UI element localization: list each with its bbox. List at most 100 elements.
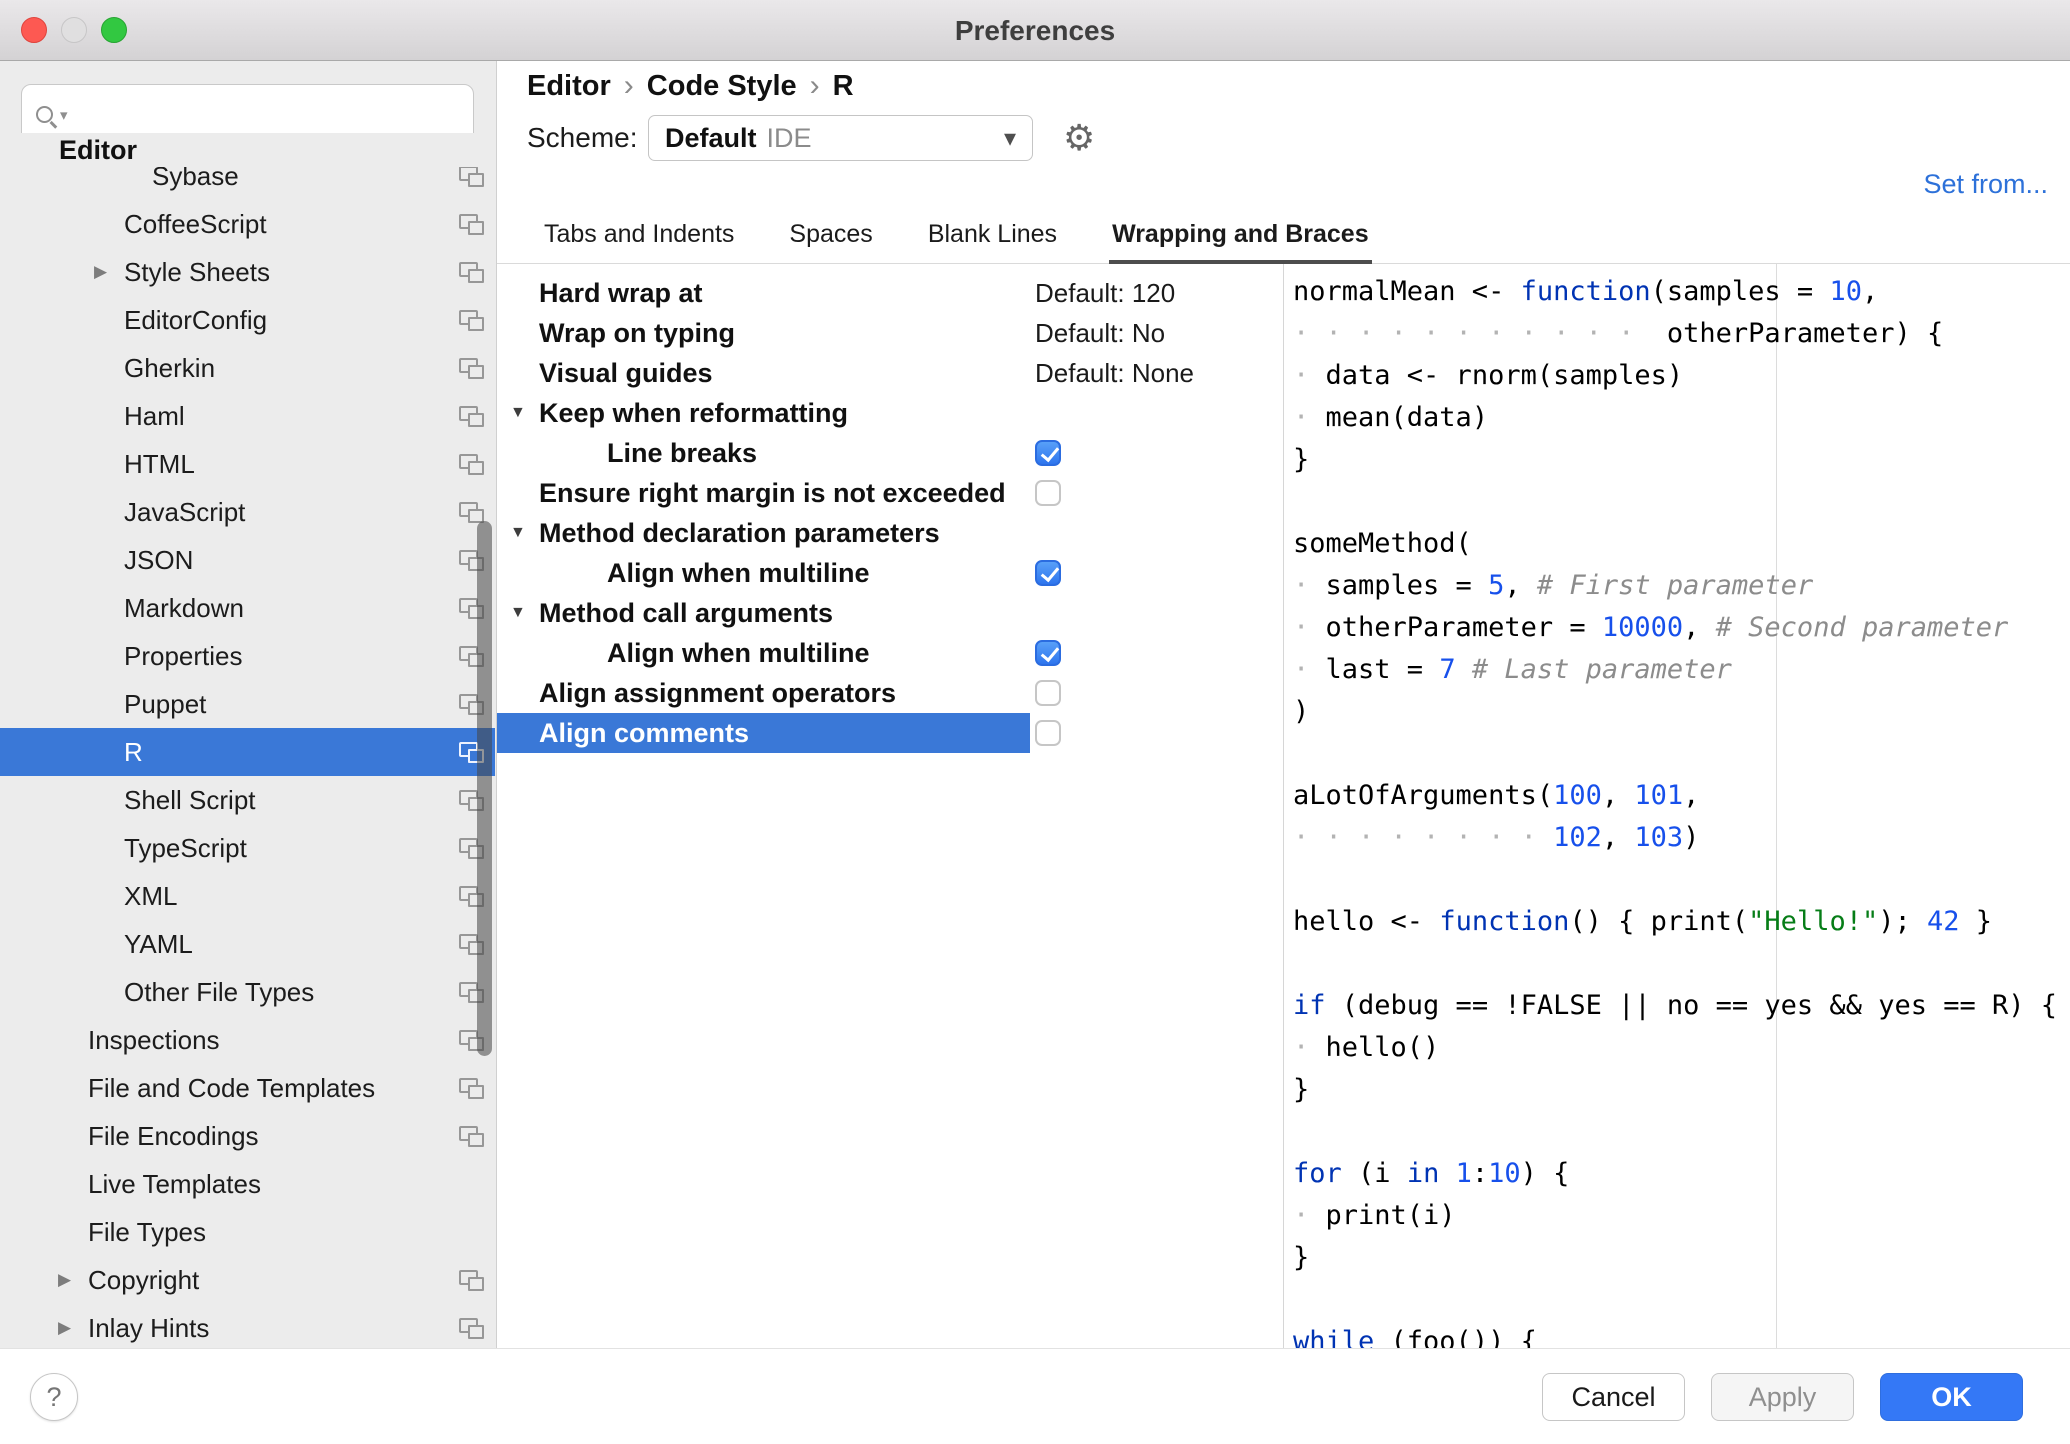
setting-label-zone[interactable]: ▼ Keep when reformatting <box>497 393 1030 433</box>
collapse-arrow-icon: ▶ <box>58 1270 72 1289</box>
sidebar-item-other-file-types[interactable]: Other File Types <box>0 968 495 1016</box>
sidebar-item-properties[interactable]: Properties <box>0 632 495 680</box>
code-preview-panel: normalMean <- function(samples = 10, · · … <box>1283 264 2070 1348</box>
setting-control <box>1030 393 1283 433</box>
code-token: data <- rnorm(samples) <box>1325 360 1684 391</box>
setting-label-zone[interactable]: ▼ Method declaration parameters <box>497 513 1030 553</box>
code-line: ) <box>1293 691 2070 733</box>
sidebar-item-label: Style Sheets <box>124 256 270 287</box>
breadcrumb-item-code-style[interactable]: Code Style <box>647 70 797 103</box>
checkbox-align-when-multiline[interactable] <box>1035 640 1061 666</box>
sidebar-item-typescript[interactable]: TypeScript <box>0 824 495 872</box>
setting-label-zone[interactable]: Hard wrap at <box>497 273 1030 313</box>
setting-label-zone[interactable]: Wrap on typing <box>497 313 1030 353</box>
scheme-select[interactable]: Default IDE ▾ <box>648 115 1033 161</box>
per-language-badge-icon <box>459 886 484 907</box>
setting-label-zone[interactable]: Visual guides <box>497 353 1030 393</box>
code-token: · <box>1293 1032 1326 1063</box>
preferences-window: Preferences ▾ Editor Sybase CoffeeScript ▶… <box>0 0 2070 1444</box>
per-language-badge-icon <box>459 214 484 235</box>
set-from-link[interactable]: Set from... <box>1923 169 2048 200</box>
setting-label-zone[interactable]: Align when multiline <box>497 633 1030 673</box>
sidebar-item-shell-script[interactable]: Shell Script <box>0 776 495 824</box>
code-token: (foo()) { <box>1374 1326 1537 1348</box>
cancel-button[interactable]: Cancel <box>1542 1373 1685 1421</box>
scheme-gear-icon[interactable]: ⚙ <box>1063 115 1095 161</box>
search-icon <box>36 106 53 123</box>
sidebar-item-javascript[interactable]: JavaScript <box>0 488 495 536</box>
sidebar-item-file-types[interactable]: File Types <box>0 1208 495 1256</box>
per-language-badge-icon <box>459 1030 484 1051</box>
sidebar-scrollbar[interactable] <box>477 521 492 1056</box>
titlebar[interactable]: Preferences <box>0 0 2070 61</box>
sidebar-section-editor[interactable]: Editor <box>0 133 495 167</box>
setting-label: Keep when reformatting <box>539 397 849 428</box>
per-language-badge-icon <box>459 694 484 715</box>
dropdown-caret-icon: ▾ <box>1003 124 1016 152</box>
collapse-arrow-icon: ▶ <box>58 1318 72 1337</box>
sidebar-item-html[interactable]: HTML <box>0 440 495 488</box>
checkbox-ensure-right-margin-is-not-exceeded[interactable] <box>1035 480 1061 506</box>
per-language-badge-icon <box>459 406 484 427</box>
sidebar-item-file-and-code-templates[interactable]: File and Code Templates <box>0 1064 495 1112</box>
footer-bar: ? Cancel Apply OK <box>0 1348 2070 1444</box>
code-line: hello <- function() { print("Hello!"); 4… <box>1293 901 2070 943</box>
code-token: } <box>1959 906 1993 937</box>
code-line: · · · · · · · · 102, 103) <box>1293 817 2070 859</box>
setting-label-zone[interactable]: Align comments <box>497 713 1030 753</box>
setting-label-zone[interactable]: Ensure right margin is not exceeded <box>497 473 1030 513</box>
setting-label: Hard wrap at <box>539 277 703 308</box>
sidebar-item-coffeescript[interactable]: CoffeeScript <box>0 200 495 248</box>
sidebar-item-live-templates[interactable]: Live Templates <box>0 1160 495 1208</box>
tab-wrapping-and-braces[interactable]: Wrapping and Braces <box>1109 220 1372 264</box>
help-button[interactable]: ? <box>30 1373 78 1421</box>
sidebar-item-inlay-hints[interactable]: ▶ Inlay Hints <box>0 1304 495 1348</box>
checkbox-line-breaks[interactable] <box>1035 440 1061 466</box>
code-token: samples = <box>1325 570 1489 601</box>
setting-label-zone[interactable]: Align when multiline <box>497 553 1030 593</box>
sidebar-item-yaml[interactable]: YAML <box>0 920 495 968</box>
sidebar-item-puppet[interactable]: Puppet <box>0 680 495 728</box>
setting-label-zone[interactable]: ▼ Method call arguments <box>497 593 1030 633</box>
setting-label: Method declaration parameters <box>539 517 940 548</box>
apply-button[interactable]: Apply <box>1711 1373 1854 1421</box>
checkbox-align-when-multiline[interactable] <box>1035 560 1061 586</box>
sidebar-item-xml[interactable]: XML <box>0 872 495 920</box>
scheme-label: Scheme: <box>527 122 638 153</box>
breadcrumb-item-editor[interactable]: Editor <box>527 70 611 103</box>
sidebar-item-haml[interactable]: Haml <box>0 392 495 440</box>
code-token: ) <box>1293 696 1310 727</box>
code-token: · <box>1293 360 1326 391</box>
sidebar-item-json[interactable]: JSON <box>0 536 495 584</box>
checkbox-align-comments[interactable] <box>1035 720 1061 746</box>
collapse-arrow-icon: ▶ <box>94 262 108 281</box>
code-token: # First parameter <box>1536 570 1814 601</box>
tab-spaces[interactable]: Spaces <box>786 220 875 263</box>
search-input[interactable] <box>74 99 459 130</box>
tab-blank-lines[interactable]: Blank Lines <box>925 220 1060 263</box>
setting-label-zone[interactable]: Line breaks <box>497 433 1030 473</box>
sidebar-item-gherkin[interactable]: Gherkin <box>0 344 495 392</box>
sidebar-item-inspections[interactable]: Inspections <box>0 1016 495 1064</box>
sidebar-item-markdown[interactable]: Markdown <box>0 584 495 632</box>
code-token: 10 <box>1488 1158 1521 1189</box>
sidebar-item-editorconfig[interactable]: EditorConfig <box>0 296 495 344</box>
checkbox-align-assignment-operators[interactable] <box>1035 680 1061 706</box>
sidebar-item-style-sheets[interactable]: ▶ Style Sheets <box>0 248 495 296</box>
setting-row-line-breaks: Line breaks <box>497 433 1283 473</box>
breadcrumb-item-r[interactable]: R <box>833 70 854 103</box>
sidebar-item-file-encodings[interactable]: File Encodings <box>0 1112 495 1160</box>
ok-button[interactable]: OK <box>1880 1373 2023 1421</box>
tab-tabs-and-indents[interactable]: Tabs and Indents <box>541 220 737 263</box>
code-token: (i <box>1341 1158 1407 1189</box>
sidebar-item-label: Copyright <box>88 1264 200 1295</box>
setting-label-zone[interactable]: Align assignment operators <box>497 673 1030 713</box>
code-line: if (debug == !FALSE || no == yes && yes … <box>1293 985 2070 1027</box>
sidebar-item-r[interactable]: R <box>0 728 495 776</box>
sidebar-item-copyright[interactable]: ▶ Copyright <box>0 1256 495 1304</box>
per-language-badge-icon <box>459 1318 484 1339</box>
setting-row-method-declaration-parameters: ▼ Method declaration parameters <box>497 513 1283 553</box>
